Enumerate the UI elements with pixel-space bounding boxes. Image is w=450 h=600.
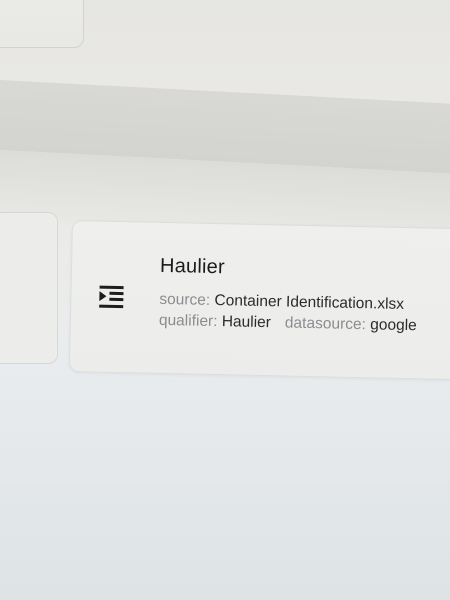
source-value: Container Identification.xlsx (214, 292, 405, 313)
source-key: source: (159, 290, 211, 309)
datasource-value: google (370, 316, 417, 335)
side-tile[interactable] (0, 212, 58, 364)
list-indent-icon (97, 284, 126, 311)
search-result-card[interactable]: Haulier source: Container Identification… (68, 220, 450, 381)
result-title[interactable]: Haulier (160, 255, 225, 279)
qualifier-value: Haulier (221, 313, 272, 332)
qualifier-key: qualifier: (158, 311, 218, 331)
datasource-key: datasource: (284, 314, 367, 334)
previous-card[interactable] (0, 0, 84, 48)
result-metadata: source: Container Identification.xlsxqua… (159, 289, 440, 337)
